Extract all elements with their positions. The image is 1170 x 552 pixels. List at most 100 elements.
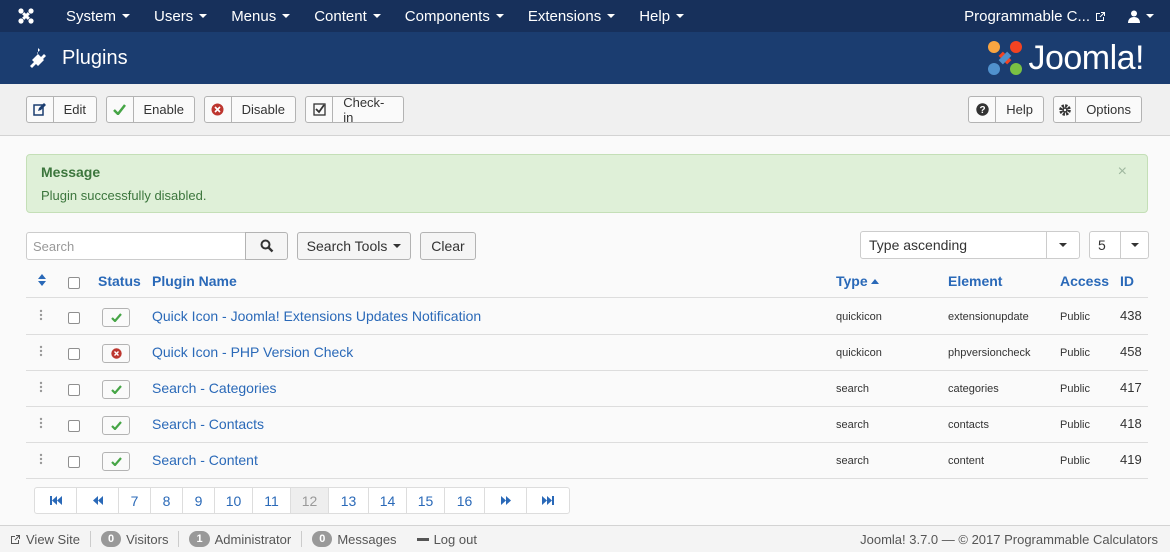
next-page-button[interactable] — [485, 488, 527, 513]
plugin-name-link[interactable]: Quick Icon - Joomla! Extensions Updates … — [152, 308, 481, 324]
page-9-button[interactable]: 9 — [183, 488, 215, 513]
user-menu[interactable] — [1128, 10, 1170, 23]
plugin-id: 418 — [1120, 416, 1142, 431]
check-icon — [110, 421, 122, 430]
disable-x-icon — [110, 348, 122, 359]
drag-handle-icon[interactable] — [38, 417, 44, 431]
page-15-button[interactable]: 15 — [407, 488, 445, 513]
id-header[interactable]: ID — [1120, 273, 1134, 289]
external-link-icon — [1096, 11, 1105, 21]
previous-page-button[interactable] — [77, 488, 119, 513]
limit-select[interactable]: 5 — [1089, 231, 1149, 259]
chevron-down-icon — [495, 14, 504, 18]
page-7-button[interactable]: 7 — [119, 488, 151, 513]
page-13-button[interactable]: 13 — [329, 488, 369, 513]
row-checkbox[interactable] — [68, 312, 80, 324]
plugin-name-link[interactable]: Search - Contacts — [152, 416, 264, 432]
table-row: Quick Icon - Joomla! Extensions Updates … — [26, 299, 1148, 335]
previous-page-icon — [92, 496, 103, 505]
drag-handle-icon[interactable] — [38, 309, 44, 323]
row-checkbox[interactable] — [68, 384, 80, 396]
status-footer: View Site 0 Visitors 1 Administrator 0 Mess… — [0, 525, 1170, 552]
menu-system[interactable]: System — [52, 0, 140, 32]
search-tools-button[interactable]: Search Tools — [297, 232, 411, 260]
plugin-name-header[interactable]: Plugin Name — [152, 273, 237, 289]
messages-badge: 0 — [312, 531, 333, 547]
menu-components[interactable]: Components — [391, 0, 514, 32]
row-checkbox[interactable] — [68, 420, 80, 432]
element-header[interactable]: Element — [948, 273, 1002, 289]
first-page-icon — [49, 496, 62, 505]
menu-extensions[interactable]: Extensions — [514, 0, 625, 32]
plugin-type: search — [836, 383, 870, 395]
plugin-access: Public — [1060, 347, 1090, 359]
status-toggle-button[interactable] — [102, 308, 130, 327]
type-header[interactable]: Type — [836, 273, 879, 289]
check-icon — [110, 385, 122, 394]
menu-help[interactable]: Help — [625, 0, 694, 32]
menu-users[interactable]: Users — [140, 0, 217, 32]
clear-button[interactable]: Clear — [420, 232, 476, 260]
select-all-checkbox[interactable] — [68, 277, 80, 289]
plugin-access: Public — [1060, 311, 1090, 323]
joomla-logo-icon[interactable] — [0, 0, 52, 32]
search-input[interactable]: Search — [26, 232, 246, 260]
status-header[interactable]: Status — [98, 273, 141, 289]
status-toggle-button[interactable] — [102, 344, 130, 363]
help-button[interactable]: ? Help — [968, 96, 1044, 123]
plugin-element: extensionupdate — [948, 311, 1029, 323]
plugin-type: quickicon — [836, 311, 882, 323]
drag-handle-icon[interactable] — [38, 381, 44, 395]
chevron-down-icon — [1120, 232, 1148, 258]
status-toggle-button[interactable] — [102, 452, 130, 471]
last-page-button[interactable] — [527, 488, 569, 513]
edit-button[interactable]: Edit — [26, 96, 97, 123]
page-header: Plugins Joomla! — [0, 32, 1170, 84]
logout-link[interactable]: Log out — [407, 526, 487, 552]
access-header[interactable]: Access — [1060, 273, 1109, 289]
table-header: Status Plugin Name Type Element Access I… — [26, 262, 1148, 298]
page-8-button[interactable]: 8 — [151, 488, 183, 513]
page-14-button[interactable]: 14 — [369, 488, 407, 513]
status-toggle-button[interactable] — [102, 380, 130, 399]
row-checkbox[interactable] — [68, 348, 80, 360]
page-title: Plugins — [62, 46, 128, 69]
ordering-sort-icon[interactable] — [38, 274, 46, 286]
site-link[interactable]: Programmable C... — [964, 8, 1128, 25]
drag-handle-icon[interactable] — [38, 453, 44, 467]
external-link-icon — [11, 534, 20, 544]
menu-menus[interactable]: Menus — [217, 0, 300, 32]
search-icon — [260, 239, 273, 253]
plugin-name-link[interactable]: Quick Icon - PHP Version Check — [152, 344, 353, 360]
status-toggle-button[interactable] — [102, 416, 130, 435]
plugin-name-link[interactable]: Search - Categories — [152, 380, 277, 396]
checkin-button[interactable]: Check-in — [305, 95, 404, 125]
plugin-type: search — [836, 419, 870, 431]
chevron-down-icon — [676, 14, 685, 18]
next-page-icon — [500, 496, 511, 505]
options-button[interactable]: Options — [1053, 96, 1142, 123]
first-page-button[interactable] — [35, 488, 77, 513]
brand-text: Joomla! — [1028, 38, 1144, 77]
plugin-name-link[interactable]: Search - Content — [152, 452, 258, 468]
chevron-down-icon — [1046, 232, 1079, 258]
page-10-button[interactable]: 10 — [215, 488, 253, 513]
toolbar: Edit Enable Disable Check-in ? Help Opti… — [0, 84, 1170, 136]
sort-select[interactable]: Type ascending — [860, 231, 1080, 259]
sort-ascending-icon — [870, 279, 879, 285]
check-icon — [113, 104, 127, 115]
drag-handle-icon[interactable] — [38, 345, 44, 359]
page-11-button[interactable]: 11 — [253, 488, 291, 513]
row-checkbox[interactable] — [68, 456, 80, 468]
disable-button[interactable]: Disable — [204, 96, 296, 123]
view-site-link[interactable]: View Site — [0, 526, 90, 552]
edit-icon — [33, 103, 47, 116]
disable-x-icon — [211, 103, 224, 116]
messages-link[interactable]: 0 Messages — [302, 526, 406, 552]
svg-text:?: ? — [979, 105, 985, 116]
close-icon[interactable]: × — [1118, 163, 1127, 181]
page-16-button[interactable]: 16 — [445, 488, 485, 513]
menu-content[interactable]: Content — [300, 0, 391, 32]
search-button[interactable] — [245, 232, 288, 260]
enable-button[interactable]: Enable — [106, 96, 195, 123]
